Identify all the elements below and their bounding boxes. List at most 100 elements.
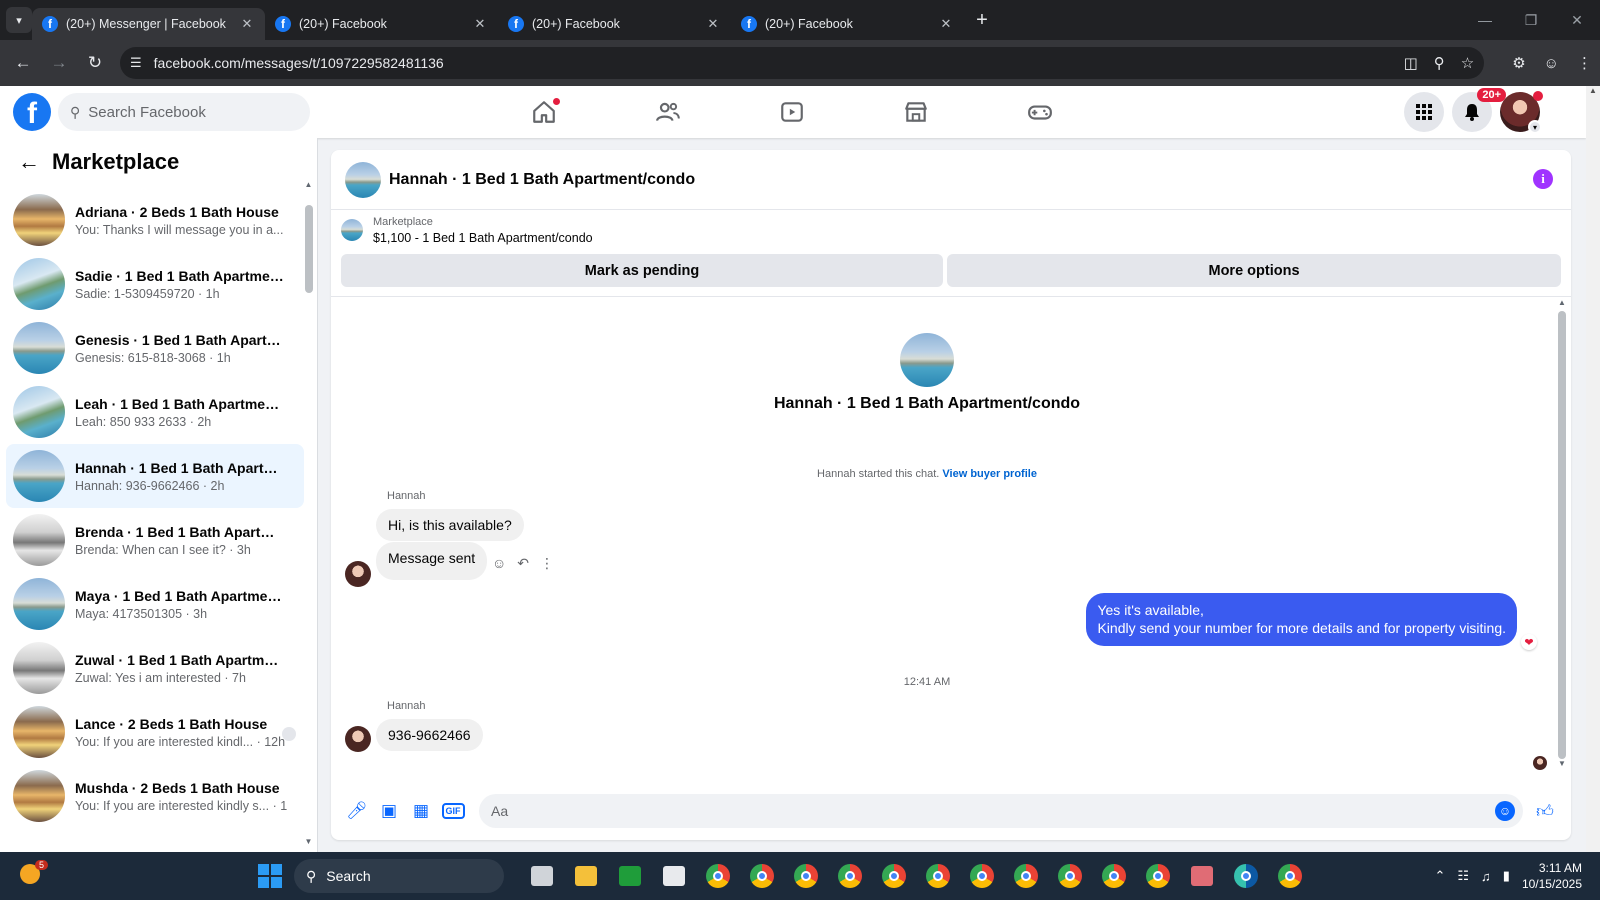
outgoing-message[interactable]: Yes it's available, Kindly send your num…	[1086, 593, 1517, 646]
zoom-icon[interactable]: ⚲	[1434, 54, 1445, 72]
listing-row[interactable]: Marketplace $1,100 - 1 Bed 1 Bath Apartm…	[331, 210, 1571, 250]
browser-tab-3[interactable]: f (20+) Facebook ✕	[498, 8, 731, 40]
store-icon[interactable]	[656, 858, 692, 894]
photo-icon[interactable]: ▣	[373, 795, 405, 827]
chat-title[interactable]: Hannah · 1 Bed 1 Bath Apartment/condo	[389, 171, 695, 189]
snipping-tool-icon[interactable]	[1184, 858, 1220, 894]
sender-avatar[interactable]	[345, 561, 371, 587]
conversation-item[interactable]: Sadie · 1 Bed 1 Bath Apartment/... Sadie:…	[6, 252, 304, 316]
minimize-icon[interactable]: —	[1462, 12, 1508, 29]
sticker-icon[interactable]: ▦	[405, 795, 437, 827]
reload-icon[interactable]: ↻	[80, 48, 110, 78]
conversation-item[interactable]: Lance · 2 Beds 1 Bath House You: If you a…	[6, 700, 304, 764]
conversation-scrollbar[interactable]: ▲ ▼	[304, 180, 313, 846]
incoming-message[interactable]: 936-9662466	[376, 719, 483, 751]
conversation-item[interactable]: Maya · 1 Bed 1 Bath Apartment/... Maya: 4…	[6, 572, 304, 636]
conversation-item[interactable]: Mushda · 2 Beds 1 Bath House You: If you …	[6, 764, 304, 828]
chrome-icon[interactable]	[920, 858, 956, 894]
chat-avatar[interactable]	[345, 161, 381, 198]
conversation-item[interactable]: Genesis · 1 Bed 1 Bath Apartmen... Genesi…	[6, 316, 304, 380]
nav-gaming[interactable]	[978, 86, 1102, 138]
edge-icon[interactable]	[1228, 858, 1264, 894]
conversation-item[interactable]: Leah · 1 Bed 1 Bath Apartment/c... Leah: …	[6, 380, 304, 444]
scroll-down-icon[interactable]: ▼	[1557, 759, 1567, 768]
view-buyer-profile-link[interactable]: View buyer profile	[942, 468, 1037, 480]
battery-icon[interactable]: ▮	[1503, 868, 1510, 884]
chrome-icon[interactable]	[788, 858, 824, 894]
weather-widget[interactable]: 5	[20, 860, 48, 888]
browser-tab-4[interactable]: f (20+) Facebook ✕	[731, 8, 964, 40]
chat-scrollbar[interactable]: ▲ ▼	[1557, 298, 1567, 778]
nav-home[interactable]	[482, 86, 606, 138]
chrome-icon[interactable]	[744, 858, 780, 894]
chrome-icon[interactable]	[1272, 858, 1308, 894]
back-arrow-icon[interactable]: ←	[18, 149, 40, 175]
nav-friends[interactable]	[606, 86, 730, 138]
chrome-icon[interactable]	[700, 858, 736, 894]
scroll-up-icon[interactable]: ▲	[1557, 298, 1567, 307]
site-info-icon[interactable]: ☰	[130, 55, 142, 71]
chrome-icon[interactable]	[964, 858, 1000, 894]
chrome-icon[interactable]	[832, 858, 868, 894]
info-icon[interactable]: i	[1533, 169, 1553, 189]
chrome-icon[interactable]	[876, 858, 912, 894]
spreadsheet-app-icon[interactable]	[612, 858, 648, 894]
browser-menu-icon[interactable]: ⋮	[1577, 54, 1592, 72]
page-scrollbar[interactable]: ▲	[1586, 86, 1600, 852]
facebook-logo-icon[interactable]: f	[13, 93, 51, 131]
incoming-message[interactable]: Hi, is this available?	[376, 509, 524, 541]
tray-chevron-up-icon[interactable]: ⌃	[1434, 868, 1445, 884]
close-window-icon[interactable]: ✕	[1554, 12, 1600, 29]
browser-tab-1[interactable]: f (20+) Messenger | Facebook ✕	[32, 8, 265, 40]
close-tab-icon[interactable]: ✕	[938, 16, 954, 32]
emoji-icon[interactable]: ☺	[1495, 801, 1515, 821]
more-options-button[interactable]: More options	[947, 254, 1561, 287]
tab-search-menu-icon[interactable]: ▾	[6, 7, 32, 33]
close-tab-icon[interactable]: ✕	[239, 16, 255, 32]
facebook-search[interactable]: ⚲	[58, 93, 310, 131]
forward-arrow-icon[interactable]: →	[44, 48, 74, 78]
bookmark-star-icon[interactable]: ☆	[1461, 54, 1474, 72]
scroll-up-icon[interactable]: ▲	[1586, 86, 1600, 95]
start-button[interactable]	[258, 864, 282, 888]
conversation-item[interactable]: Hannah · 1 Bed 1 Bath Apartmen... Hannah:…	[6, 444, 304, 508]
chrome-icon[interactable]	[1140, 858, 1176, 894]
scroll-down-icon[interactable]: ▼	[304, 837, 313, 846]
conversation-item[interactable]: Brenda · 1 Bed 1 Bath Apartment... Brenda…	[6, 508, 304, 572]
sender-avatar[interactable]	[345, 726, 371, 752]
scrollbar-thumb[interactable]	[304, 205, 313, 293]
incoming-message[interactable]: Message sent	[376, 542, 488, 580]
gif-icon[interactable]: GIF	[437, 795, 469, 827]
task-view-icon[interactable]	[524, 858, 560, 894]
scrollbar-thumb[interactable]	[1558, 311, 1566, 759]
wifi-icon[interactable]: ☷	[1457, 868, 1469, 884]
close-tab-icon[interactable]: ✕	[472, 16, 488, 32]
react-emoji-icon[interactable]: ☺	[492, 555, 506, 572]
clock[interactable]: 3:11 AM 10/15/2025	[1522, 860, 1582, 892]
message-input-box[interactable]: ☺	[479, 794, 1523, 828]
menu-grid-button[interactable]	[1404, 92, 1444, 132]
back-arrow-icon[interactable]: ←	[8, 48, 38, 78]
mark-as-pending-button[interactable]: Mark as pending	[341, 254, 943, 287]
volume-icon[interactable]: ♫	[1481, 869, 1491, 884]
chrome-icon[interactable]	[1008, 858, 1044, 894]
profile-icon[interactable]: ☺	[1544, 55, 1559, 72]
reply-icon[interactable]: ↶	[517, 555, 529, 572]
microphone-icon[interactable]: 🎤︎	[341, 795, 373, 827]
nav-marketplace[interactable]	[854, 86, 978, 138]
account-avatar[interactable]: ▾	[1500, 91, 1543, 134]
more-actions-icon[interactable]: ⋮	[540, 555, 554, 572]
chrome-icon[interactable]	[1096, 858, 1132, 894]
scroll-up-icon[interactable]: ▲	[304, 180, 313, 189]
close-tab-icon[interactable]: ✕	[705, 16, 721, 32]
restore-icon[interactable]: ❐	[1508, 12, 1554, 29]
conversation-item[interactable]: Zuwal · 1 Bed 1 Bath Apartment/... Zuwal:…	[6, 636, 304, 700]
chrome-icon[interactable]	[1052, 858, 1088, 894]
nav-video[interactable]	[730, 86, 854, 138]
new-tab-button[interactable]: +	[968, 6, 996, 34]
file-explorer-icon[interactable]	[568, 858, 604, 894]
notifications-button[interactable]: 20+	[1452, 88, 1506, 132]
taskbar-search[interactable]: ⚲ Search	[294, 859, 504, 893]
omnibox[interactable]: ☰ facebook.com/messages/t/10972295824811…	[120, 47, 1485, 79]
thumbs-up-icon[interactable]: 👍︎	[1529, 795, 1561, 827]
